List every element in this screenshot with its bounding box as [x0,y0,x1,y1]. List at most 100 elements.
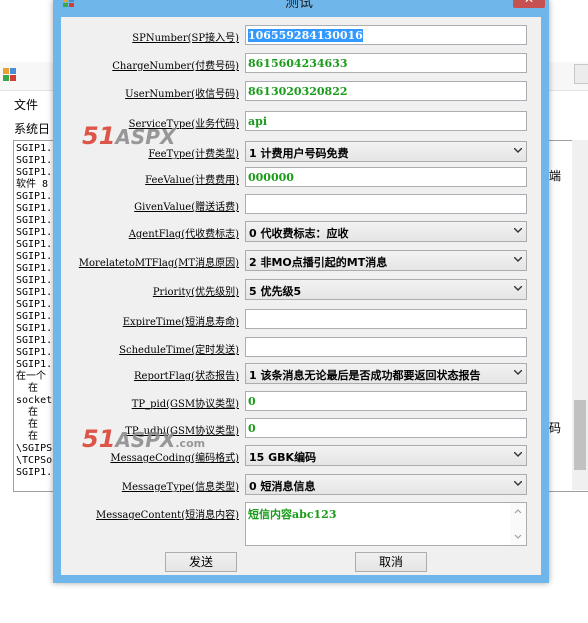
log-scrollbar[interactable] [572,140,588,490]
input-value: 8615604234633 [248,57,348,70]
form-row-feevalue: FeeValue(计费费用) 000000 [61,167,541,189]
expiretime-input[interactable] [245,309,527,329]
log-line: SGIP1. [16,275,53,286]
log-line: SGIP1. [16,335,53,346]
test-dialog: 测试 ✕ SPNumber(SP接入号) 106559284130016 Charg… [53,0,549,583]
field-label: ScheduleTime(定时发送) [119,345,239,356]
log-line: \TCPSo [16,455,53,466]
field-label: MessageContent(短消息内容) [95,510,239,521]
field-label: ChargeNumber(付费号码) [112,61,239,72]
log-line: SGIP1. [16,263,53,274]
log-line: SGIP1. [16,191,53,202]
chevron-down-icon[interactable] [510,222,526,241]
log-line: SGIP1. [16,359,53,370]
form-row-chargenumber: ChargeNumber(付费号码) 8615604234633 [61,53,541,75]
log-line: SGIP1. [16,167,53,178]
log-line: SGIP1. [16,347,53,358]
textarea-scrollbar[interactable] [510,503,526,545]
dialog-titlebar: 测试 ✕ [53,0,549,17]
form-row-reportflag: ReportFlag(状态报告) 1 该条消息无论最后是否成功都要返回状态报告 [61,363,541,385]
feevalue-input[interactable]: 000000 [245,167,527,187]
form-row-givenvalue: GivenValue(赠送话费) [61,194,541,216]
spnumber-input[interactable]: 106559284130016 [245,25,527,45]
morelatetomtflag-select[interactable]: 2 非MO点播引起的MT消息 [245,250,527,271]
form-row-usernumber: UserNumber(收信号码) 8613020320822 [61,81,541,103]
log-group-label: 系统日 [14,122,51,136]
select-value: 15 GBK编码 [249,451,317,464]
log-line: SGIP1. [16,155,53,166]
givenvalue-input[interactable] [245,194,527,214]
form-row-agentflag: AgentFlag(代收费标志) 0 代收费标志：应收 [61,221,541,243]
tp-udhi-input[interactable]: 0 [245,418,527,438]
chevron-down-icon[interactable] [510,446,526,465]
log-scrollbar-thumb[interactable] [574,400,586,470]
form-row-expiretime: ExpireTime(短消息寿命) [61,309,541,331]
feetype-select[interactable]: 1 计费用户号码免费 [245,141,527,162]
select-value: 1 该条消息无论最后是否成功都要返回状态报告 [249,369,481,382]
messagecontent-textarea[interactable]: 短信内容abc123 [245,502,527,546]
input-value: 0 [248,422,256,435]
field-label: MessageType(信息类型) [121,482,239,493]
input-value: 8613020320822 [248,85,348,98]
watermark-logo: 51ASPX [82,122,176,150]
log-line: SGIP1. [16,299,53,310]
log-line: SGIP1. [16,467,53,478]
scheduletime-input[interactable] [245,337,527,357]
log-line: SGIP1. [16,323,53,334]
log-line: 在 [16,383,39,394]
log-line: SGIP1. [16,287,53,298]
dialog-app-icon [63,0,75,7]
agentflag-select[interactable]: 0 代收费标志：应收 [245,221,527,242]
chevron-down-icon[interactable] [510,364,526,383]
field-label: SPNumber(SP接入号) [132,33,239,44]
log-line: 软件 8 [16,179,49,190]
input-value: 0 [248,395,256,408]
field-label: FeeValue(计费费用) [145,175,239,186]
select-value: 5 优先级5 [249,285,302,298]
chevron-down-icon[interactable] [510,280,526,299]
form-row-scheduletime: ScheduleTime(定时发送) [61,337,541,359]
priority-select[interactable]: 5 优先级5 [245,279,527,300]
log-line: socket [16,395,53,406]
form-row-tp-pid: TP_pid(GSM协议类型) 0 [61,391,541,413]
chevron-down-icon[interactable] [510,475,526,494]
log-line: SGIP1. [16,215,53,226]
form-row-messagecontent: MessageContent(短消息内容) 短信内容abc123 [61,502,541,546]
input-value: 000000 [248,171,294,184]
field-label: TP_pid(GSM协议类型) [131,399,239,410]
tp-pid-input[interactable]: 0 [245,391,527,411]
messagetype-select[interactable]: 0 短消息信息 [245,474,527,495]
log-line: SGIP1. [16,251,53,262]
close-button[interactable]: ✕ [513,0,545,8]
main-window-control-button[interactable] [574,64,588,84]
field-label: UserNumber(收信号码) [125,89,239,100]
dialog-title: 测试 [285,0,313,11]
side-text-1: 端 [549,169,562,183]
log-line: 在一个 [16,371,46,382]
field-label: MorelatetoMTFlag(MT消息原因) [78,258,239,269]
chevron-down-icon[interactable] [510,142,526,161]
select-value: 0 短消息信息 [249,480,316,493]
form-row-spnumber: SPNumber(SP接入号) 106559284130016 [61,25,541,47]
menu-file[interactable]: 文件 [14,96,38,113]
servicetype-input[interactable]: api [245,111,527,131]
log-line: \SGIPS [16,443,53,454]
field-label: Priority(优先级别) [152,287,239,298]
send-button[interactable]: 发送 [165,552,237,572]
log-line: 在 [16,419,39,430]
side-text-2: 码 [549,421,562,435]
log-line: 在 [16,407,39,418]
log-lines: SGIP1. SGIP1. SGIP1. 软件 8 SGIP1. SGIP1. SGIP1.… [16,143,52,479]
usernumber-input[interactable]: 8613020320822 [245,81,527,101]
cancel-button[interactable]: 取消 [355,552,427,572]
textarea-value: 短信内容abc123 [248,508,337,521]
chevron-down-icon[interactable] [510,251,526,270]
form-row-morelatetomtflag: MorelatetoMTFlag(MT消息原因) 2 非MO点播引起的MT消息 [61,250,541,272]
chargenumber-input[interactable]: 8615604234633 [245,53,527,73]
log-line: SGIP1. [16,203,53,214]
messagecoding-select[interactable]: 15 GBK编码 [245,445,527,466]
select-value: 2 非MO点播引起的MT消息 [249,256,388,269]
reportflag-select[interactable]: 1 该条消息无论最后是否成功都要返回状态报告 [245,363,527,384]
field-label: ReportFlag(状态报告) [134,371,239,382]
input-value: 106559284130016 [248,29,363,42]
